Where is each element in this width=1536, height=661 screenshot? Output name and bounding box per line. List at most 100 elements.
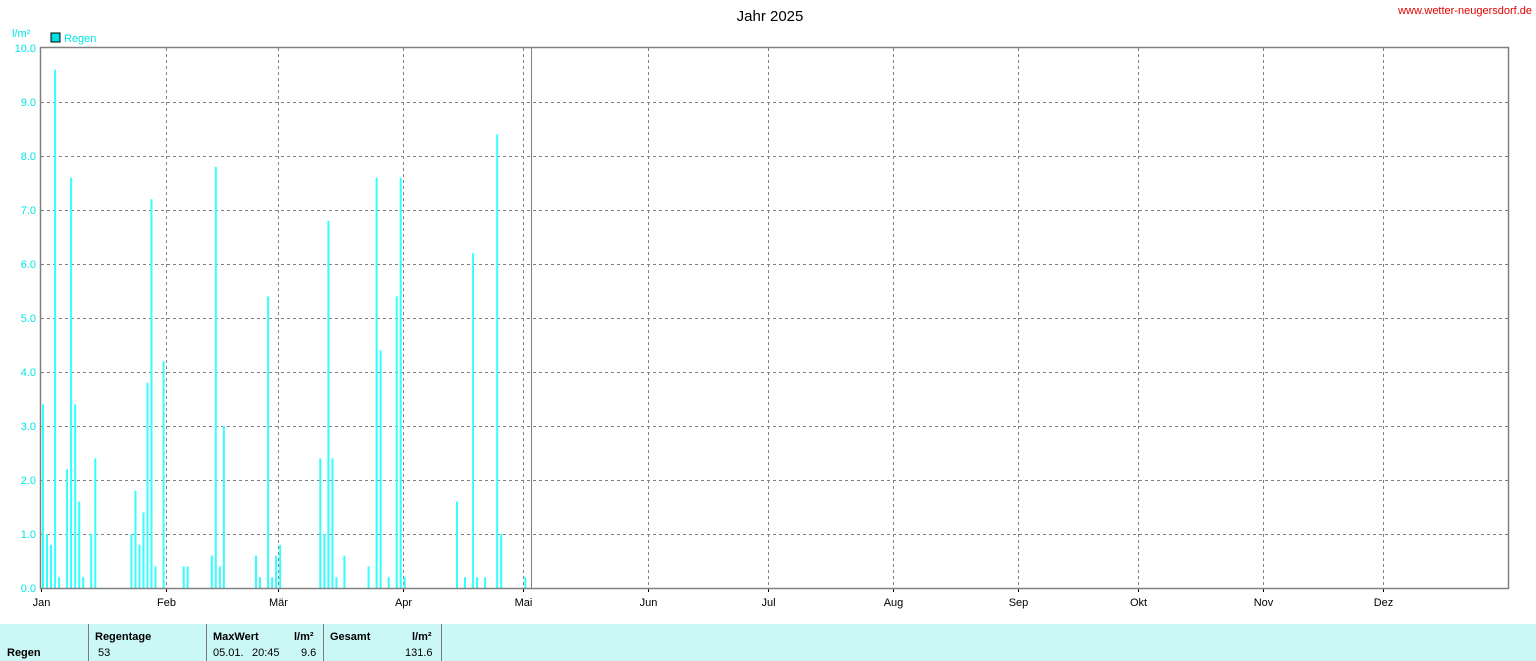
rain-bar <box>186 566 189 588</box>
y-tick-label: 2.0 <box>21 475 36 487</box>
y-tick-label: 8.0 <box>21 151 36 163</box>
rain-bar <box>271 577 274 588</box>
chart-title: Jahr 2025 <box>737 8 804 25</box>
rain-bar <box>319 458 322 588</box>
rain-bar <box>484 577 487 588</box>
y-tick-label: 9.0 <box>21 97 36 109</box>
rain-bar <box>476 577 479 588</box>
rain-bar <box>456 501 458 588</box>
rain-bar <box>58 577 61 588</box>
site-link[interactable]: www.wetter-neugersdorf.de <box>1398 5 1532 17</box>
rain-bar <box>130 534 133 588</box>
rain-bar <box>279 544 282 588</box>
rain-bar <box>138 544 141 588</box>
rain-bar <box>331 458 334 588</box>
rain-bar <box>142 512 145 588</box>
x-tick-label: Jun <box>640 597 658 609</box>
rain-bars <box>42 69 527 589</box>
x-tick-label: Apr <box>395 597 412 609</box>
rain-bar <box>134 490 137 588</box>
rain-bar <box>162 361 165 588</box>
rain-bar <box>210 555 213 588</box>
x-tick-label: Sep <box>1009 597 1029 609</box>
rain-bar <box>259 577 261 588</box>
rain-bar <box>500 534 503 588</box>
grid-lines <box>41 48 1508 588</box>
regentage-header: Regentage <box>95 631 152 643</box>
rain-bar <box>387 577 390 588</box>
y-tick-label: 4.0 <box>21 367 36 379</box>
rain-bar <box>379 350 382 588</box>
stats-row-label: Regen <box>7 647 41 659</box>
stats-divider <box>206 624 207 661</box>
rain-bar <box>46 534 48 588</box>
rain-bar <box>464 577 466 588</box>
rain-bar <box>255 555 257 588</box>
x-tick-label: Jan <box>33 597 51 609</box>
regentage-value: 53 <box>98 647 111 659</box>
y-tick-label: 7.0 <box>21 205 36 217</box>
y-tick-label: 1.0 <box>21 529 36 541</box>
rain-bar <box>82 577 85 588</box>
rain-bar <box>395 296 398 588</box>
rain-bar <box>94 458 97 588</box>
rain-bar <box>343 555 346 588</box>
rain-bar <box>335 577 338 588</box>
x-tick-label: Okt <box>1130 597 1147 609</box>
rain-bar <box>375 177 378 588</box>
rain-bar <box>42 404 44 588</box>
x-tick-label: Aug <box>884 597 904 609</box>
rain-bar <box>222 426 225 588</box>
rain-bar <box>524 577 527 588</box>
rain-bar <box>323 534 326 588</box>
maxwert-unit: l/m² <box>294 631 314 643</box>
maxwert-time: 20:45 <box>252 647 280 659</box>
rain-bar <box>327 220 330 589</box>
rain-bar <box>182 566 185 588</box>
rain-bar <box>66 469 69 588</box>
x-tick-label: Dez <box>1374 597 1394 609</box>
rain-bar <box>496 134 499 588</box>
x-tick-label: Jul <box>761 597 775 609</box>
rain-bar <box>214 166 217 589</box>
rain-bar <box>150 199 153 588</box>
gesamt-header: Gesamt <box>330 631 371 643</box>
maxwert-date: 05.01. <box>213 647 244 659</box>
y-tick-label: 5.0 <box>21 313 36 325</box>
legend-color-box <box>50 32 61 43</box>
rain-bar <box>399 177 402 588</box>
stats-table: Regen Regentage 53 MaxWert l/m² 05.01. 2… <box>0 624 1536 661</box>
rain-bar <box>218 566 221 588</box>
gesamt-unit: l/m² <box>412 631 432 643</box>
stats-divider <box>323 624 324 661</box>
x-tick-label: Nov <box>1254 597 1274 609</box>
stats-divider <box>441 624 442 661</box>
rain-bar <box>267 296 270 588</box>
rain-bar <box>154 566 157 588</box>
rain-bar <box>90 534 93 588</box>
y-tick-label: 3.0 <box>21 421 36 433</box>
rain-bar <box>275 555 278 588</box>
maxwert-header: MaxWert <box>213 631 259 643</box>
rain-bar <box>70 177 73 588</box>
rain-bar <box>74 404 77 588</box>
y-tick-labels: 0.0 1.0 2.0 3.0 4.0 5.0 6.0 7.0 8.0 9.0 10.0 <box>15 43 36 595</box>
gesamt-value: 131.6 <box>405 647 433 659</box>
maxwert-value: 9.6 <box>301 647 317 659</box>
rain-bar <box>78 501 81 588</box>
rain-bar <box>367 566 370 588</box>
legend-label: Regen <box>64 33 96 45</box>
rain-bar <box>146 382 149 588</box>
rain-bar <box>50 544 52 588</box>
x-tick-labels: Jan Feb Mär Apr Mai Jun Jul Aug Sep Okt Nov Dez <box>33 588 1394 609</box>
y-tick-label: 6.0 <box>21 259 36 271</box>
y-axis-unit: l/m² <box>12 28 31 40</box>
rain-bar <box>54 69 57 589</box>
rain-chart: Jahr 2025 l/m² Regen 0.0 1.0 2.0 3.0 4.0 5.0 6… <box>12 8 1510 609</box>
x-tick-label: Mai <box>515 597 533 609</box>
y-tick-label: 0.0 <box>21 583 36 595</box>
stats-divider <box>88 624 89 661</box>
rain-bar <box>472 253 475 588</box>
x-tick-label: Feb <box>157 597 176 609</box>
rain-bar <box>403 577 406 588</box>
